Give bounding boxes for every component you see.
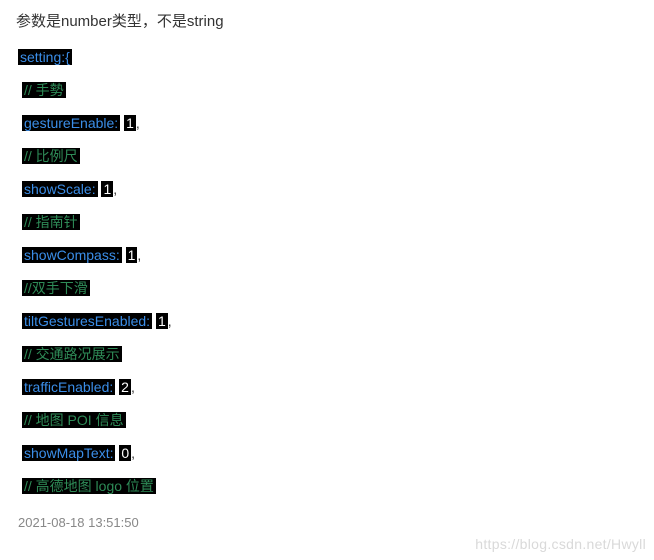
code-comment: //双手下滑: [22, 280, 90, 296]
code-line: tiltGesturesEnabled: 1,: [16, 311, 638, 332]
code-comment: // 比例尺: [22, 148, 80, 164]
code-line: trafficEnabled: 2,: [16, 377, 638, 398]
code-value: 1: [126, 247, 138, 263]
article-content: 参数是number类型，不是string setting:{ // 手勢 ges…: [0, 0, 654, 538]
code-line: showCompass: 1,: [16, 245, 638, 266]
code-line: // 交通路况展示: [16, 344, 638, 365]
code-line: // 指南针: [16, 212, 638, 233]
code-key: trafficEnabled:: [22, 379, 115, 395]
code-line: gestureEnable: 1,: [16, 113, 638, 134]
code-line-open: setting:{: [16, 47, 638, 68]
code-comment: // 地图 POI 信息: [22, 412, 126, 428]
code-line: showScale: 1,: [16, 179, 638, 200]
code-value: 0: [119, 445, 131, 461]
code-value: 2: [119, 379, 131, 395]
code-key: gestureEnable:: [22, 115, 120, 131]
code-line: // 高德地图 logo 位置: [16, 476, 638, 497]
code-key: tiltGesturesEnabled:: [22, 313, 152, 329]
timestamp: 2021-08-18 13:51:50: [16, 515, 638, 530]
code-value: 1: [124, 115, 136, 131]
code-block: setting:{ // 手勢 gestureEnable: 1, // 比例尺…: [16, 47, 638, 497]
code-comment: // 手勢: [22, 82, 66, 98]
code-key: setting:{: [18, 49, 72, 65]
code-line: // 地图 POI 信息: [16, 410, 638, 431]
code-line: showMapText: 0,: [16, 443, 638, 464]
code-value: 1: [101, 181, 113, 197]
code-comment: // 高德地图 logo 位置: [22, 478, 156, 494]
code-line: // 比例尺: [16, 146, 638, 167]
heading: 参数是number类型，不是string: [16, 10, 638, 31]
watermark: https://blog.csdn.net/Hwyll: [475, 536, 646, 552]
code-value: 1: [156, 313, 168, 329]
code-comment: // 交通路况展示: [22, 346, 122, 362]
code-comment: // 指南针: [22, 214, 80, 230]
code-key: showMapText:: [22, 445, 115, 461]
code-line: //双手下滑: [16, 278, 638, 299]
code-line: // 手勢: [16, 80, 638, 101]
code-key: showCompass:: [22, 247, 122, 263]
code-key: showScale:: [22, 181, 98, 197]
